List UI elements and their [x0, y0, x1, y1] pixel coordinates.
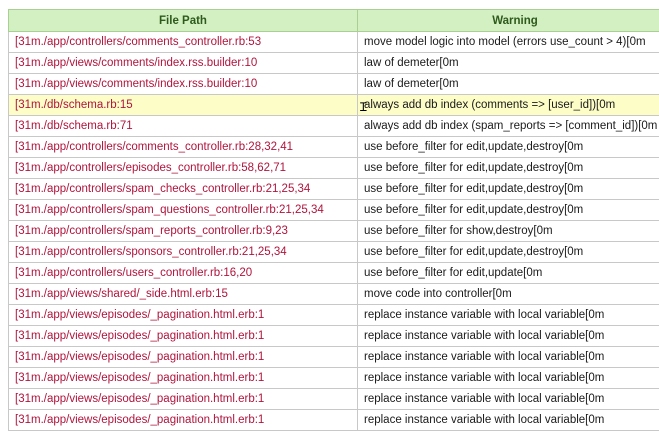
warning-cell[interactable]: use before_filter for edit,update,destro… — [358, 179, 659, 200]
warning-cell[interactable]: move model logic into model (errors use_… — [358, 32, 659, 53]
file-path-cell[interactable]: [31m./app/controllers/spam_reports_contr… — [9, 221, 358, 242]
warning-cell[interactable]: move code into controller[0m — [358, 284, 659, 305]
table-row[interactable]: [31m./db/schema.rb:15always add db index… — [9, 95, 659, 116]
warning-cell[interactable]: use before_filter for edit,update,destro… — [358, 137, 659, 158]
file-path-cell[interactable]: [31m./app/views/episodes/_pagination.htm… — [9, 410, 358, 431]
warning-cell[interactable]: replace instance variable with local var… — [358, 347, 659, 368]
table-row[interactable]: [31m./app/views/episodes/_pagination.htm… — [9, 305, 659, 326]
file-path-cell[interactable]: [31m./app/views/episodes/_pagination.htm… — [9, 389, 358, 410]
warning-header[interactable]: Warning — [358, 10, 659, 32]
warning-cell[interactable]: always add db index (comments => [user_i… — [358, 95, 659, 116]
warning-cell[interactable]: replace instance variable with local var… — [358, 326, 659, 347]
warning-cell[interactable]: always add db index (spam_reports => [co… — [358, 116, 659, 137]
file-path-cell[interactable]: [31m./app/controllers/sponsors_controlle… — [9, 242, 358, 263]
table-row[interactable]: [31m./app/views/shared/_side.html.erb:15… — [9, 284, 659, 305]
table-row[interactable]: [31m./app/controllers/users_controller.r… — [9, 263, 659, 284]
table-row[interactable]: [31m./app/views/episodes/_pagination.htm… — [9, 410, 659, 431]
table-row[interactable]: [31m./app/controllers/spam_questions_con… — [9, 200, 659, 221]
table-row[interactable]: [31m./app/controllers/sponsors_controlle… — [9, 242, 659, 263]
table-row[interactable]: [31m./app/controllers/comments_controlle… — [9, 137, 659, 158]
file-path-cell[interactable]: [31m./app/views/comments/index.rss.build… — [9, 74, 358, 95]
header-row: File Path Warning — [9, 10, 659, 32]
file-path-cell[interactable]: [31m./app/views/shared/_side.html.erb:15 — [9, 284, 358, 305]
file-path-cell[interactable]: [31m./app/views/episodes/_pagination.htm… — [9, 347, 358, 368]
file-path-cell[interactable]: [31m./app/controllers/spam_checks_contro… — [9, 179, 358, 200]
table-row[interactable]: [31m./app/controllers/spam_checks_contro… — [9, 179, 659, 200]
table-row[interactable]: [31m./db/schema.rb:71always add db index… — [9, 116, 659, 137]
file-path-cell[interactable]: [31m./app/views/episodes/_pagination.htm… — [9, 326, 358, 347]
table-row[interactable]: [31m./app/views/comments/index.rss.build… — [9, 53, 659, 74]
file-path-cell[interactable]: [31m./app/controllers/episodes_controlle… — [9, 158, 358, 179]
warning-cell[interactable]: replace instance variable with local var… — [358, 368, 659, 389]
warning-cell[interactable]: replace instance variable with local var… — [358, 305, 659, 326]
file-path-cell[interactable]: [31m./app/controllers/users_controller.r… — [9, 263, 358, 284]
table-row[interactable]: [31m./app/controllers/spam_reports_contr… — [9, 221, 659, 242]
table-row[interactable]: [31m./app/views/episodes/_pagination.htm… — [9, 326, 659, 347]
warning-cell[interactable]: replace instance variable with local var… — [358, 389, 659, 410]
warning-cell[interactable]: use before_filter for edit,update[0m — [358, 263, 659, 284]
file-path-cell[interactable]: [31m./app/controllers/comments_controlle… — [9, 32, 358, 53]
file-path-cell[interactable]: [31m./db/schema.rb:15 — [9, 95, 358, 116]
warning-cell[interactable]: use before_filter for edit,update,destro… — [358, 200, 659, 221]
file-path-cell[interactable]: [31m./app/controllers/spam_questions_con… — [9, 200, 358, 221]
table-row[interactable]: [31m./app/controllers/comments_controlle… — [9, 32, 659, 53]
warning-cell[interactable]: use before_filter for edit,update,destro… — [358, 242, 659, 263]
file-path-cell[interactable]: [31m./app/views/episodes/_pagination.htm… — [9, 305, 358, 326]
warning-cell[interactable]: law of demeter[0m — [358, 53, 659, 74]
file-path-header[interactable]: File Path — [9, 10, 358, 32]
warning-cell[interactable]: law of demeter[0m — [358, 74, 659, 95]
file-path-cell[interactable]: [31m./app/views/episodes/_pagination.htm… — [9, 368, 358, 389]
table-row[interactable]: [31m./app/views/episodes/_pagination.htm… — [9, 347, 659, 368]
file-path-cell[interactable]: [31m./app/views/comments/index.rss.build… — [9, 53, 358, 74]
file-path-cell[interactable]: [31m./db/schema.rb:71 — [9, 116, 358, 137]
table-row[interactable]: [31m./app/views/episodes/_pagination.htm… — [9, 389, 659, 410]
file-path-cell[interactable]: [31m./app/controllers/comments_controlle… — [9, 137, 358, 158]
warning-cell[interactable]: use before_filter for edit,update,destro… — [358, 158, 659, 179]
warnings-table: File Path Warning [31m./app/controllers/… — [8, 9, 659, 431]
warning-cell[interactable]: use before_filter for show,destroy[0m — [358, 221, 659, 242]
table-row[interactable]: [31m./app/views/episodes/_pagination.htm… — [9, 368, 659, 389]
table-row[interactable]: [31m./app/views/comments/index.rss.build… — [9, 74, 659, 95]
warning-cell[interactable]: replace instance variable with local var… — [358, 410, 659, 431]
table-row[interactable]: [31m./app/controllers/episodes_controlle… — [9, 158, 659, 179]
